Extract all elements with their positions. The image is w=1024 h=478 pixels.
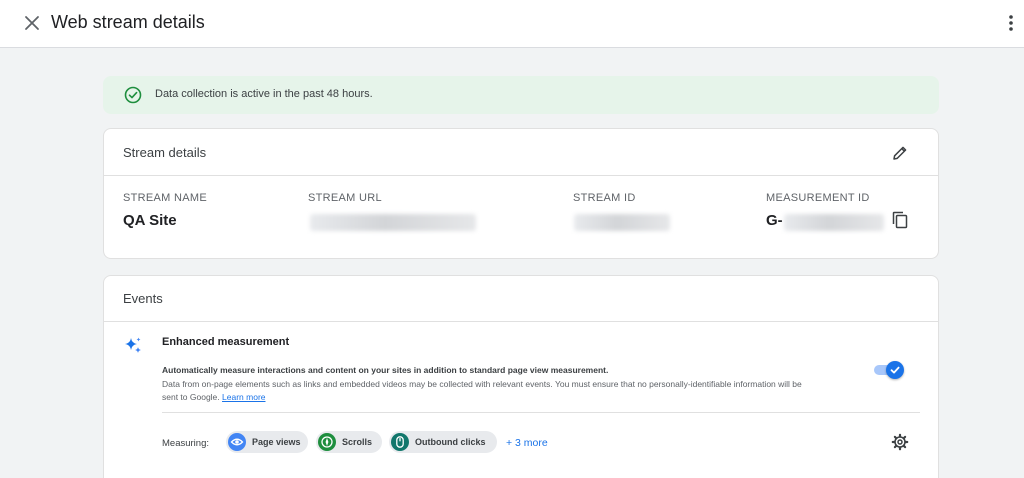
close-icon[interactable] — [22, 13, 42, 33]
measurement-id-value: G- — [766, 212, 783, 229]
top-app-bar: Web stream details — [0, 0, 1024, 48]
stream-name-label: STREAM NAME — [123, 192, 207, 204]
enhanced-measurement-description: Automatically measure interactions and c… — [162, 365, 609, 375]
stream-details-title: Stream details — [123, 145, 207, 160]
enhanced-measurement-toggle[interactable] — [872, 360, 906, 380]
more-measurements-link[interactable]: + 3 more — [506, 437, 548, 449]
chip-outbound-clicks[interactable]: Outbound clicks — [389, 431, 497, 453]
events-header: Events — [104, 276, 938, 322]
eye-icon — [228, 433, 246, 451]
divider — [162, 412, 920, 413]
events-card: Events Enhanced measurement Automaticall… — [103, 275, 939, 478]
stream-details-header: Stream details — [104, 129, 938, 176]
enhanced-measurement-title: Enhanced measurement — [162, 336, 290, 348]
edit-pencil-icon[interactable] — [891, 144, 909, 162]
compass-icon — [318, 433, 336, 451]
toggle-knob — [886, 361, 904, 379]
enhanced-measurement-note: Data from on-page elements such as links… — [162, 378, 802, 404]
stream-id-value-redacted — [574, 214, 670, 231]
gear-icon[interactable] — [891, 433, 909, 451]
chip-scrolls-label: Scrolls — [342, 437, 373, 447]
chip-scrolls[interactable]: Scrolls — [316, 431, 382, 453]
mouse-icon — [391, 433, 409, 451]
more-vert-icon[interactable] — [1002, 13, 1020, 33]
check-circle-icon — [124, 86, 142, 104]
events-title: Events — [123, 291, 163, 306]
measurement-id-value-redacted — [784, 214, 884, 231]
learn-more-link[interactable]: Learn more — [222, 392, 265, 402]
measurement-id-label: MEASUREMENT ID — [766, 192, 870, 204]
stream-url-label: STREAM URL — [308, 192, 382, 204]
chip-page-views-label: Page views — [252, 437, 301, 447]
stream-name-value: QA Site — [123, 212, 177, 229]
measuring-label: Measuring: — [162, 438, 209, 449]
copy-icon[interactable] — [891, 210, 909, 230]
chip-outbound-clicks-label: Outbound clicks — [415, 437, 486, 447]
sparkle-icon — [123, 336, 143, 356]
stream-id-label: STREAM ID — [573, 192, 636, 204]
stream-url-value-redacted — [310, 214, 476, 231]
status-banner: Data collection is active in the past 48… — [103, 76, 939, 114]
status-banner-text: Data collection is active in the past 48… — [155, 88, 373, 100]
page-title: Web stream details — [51, 12, 205, 32]
stream-details-card: Stream details STREAM NAME QA Site STREA… — [103, 128, 939, 259]
chip-page-views[interactable]: Page views — [226, 431, 308, 453]
